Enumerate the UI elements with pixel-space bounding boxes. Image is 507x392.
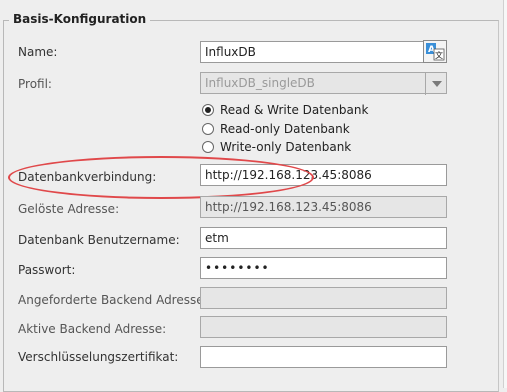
requested-backend-label: Angeforderte Backend Adresse:: [18, 293, 208, 307]
svg-text:文: 文: [435, 50, 443, 60]
password-label: Passwort:: [18, 263, 76, 277]
requested-backend-field: [200, 287, 447, 309]
certificate-field[interactable]: [200, 346, 447, 368]
radio-read-write[interactable]: Read & Write Datenbank: [202, 103, 368, 117]
profil-dropdown-arrow[interactable]: [425, 72, 447, 95]
window-edge: [503, 0, 507, 388]
radio-button[interactable]: [202, 123, 214, 135]
profil-label: Profil:: [18, 77, 52, 91]
username-label: Datenbank Benutzername:: [18, 233, 180, 247]
password-field[interactable]: ••••••••: [200, 257, 447, 279]
radio-button-checked[interactable]: [202, 104, 214, 116]
radio-read-only[interactable]: Read-only Datenbank: [202, 122, 350, 136]
profil-dropdown[interactable]: InfluxDB_singleDB: [200, 72, 447, 94]
translate-button[interactable]: A 文: [423, 40, 447, 63]
section-title: Basis-Konfiguration: [9, 12, 151, 26]
name-field[interactable]: InfluxDB: [200, 41, 424, 63]
name-label: Name:: [18, 45, 58, 59]
active-backend-label: Aktive Backend Adresse:: [18, 322, 167, 336]
radio-button[interactable]: [202, 141, 214, 153]
radio-label: Write-only Datenbank: [220, 140, 352, 154]
translate-icon: A 文: [426, 43, 445, 61]
connection-field[interactable]: http://192.168.123.45:8086: [200, 164, 447, 186]
resolved-label: Gelöste Adresse:: [18, 202, 120, 216]
radio-label: Read & Write Datenbank: [220, 103, 369, 117]
resolved-field: http://192.168.123.45:8086: [200, 196, 447, 218]
chevron-down-icon: [431, 80, 442, 87]
radio-write-only[interactable]: Write-only Datenbank: [202, 140, 351, 154]
connection-label: Datenbankverbindung:: [18, 170, 157, 184]
radio-label: Read-only Datenbank: [220, 122, 350, 136]
active-backend-field: [200, 316, 447, 338]
username-field[interactable]: etm: [200, 227, 447, 249]
certificate-label: Verschlüsselungszertifikat:: [18, 350, 179, 364]
